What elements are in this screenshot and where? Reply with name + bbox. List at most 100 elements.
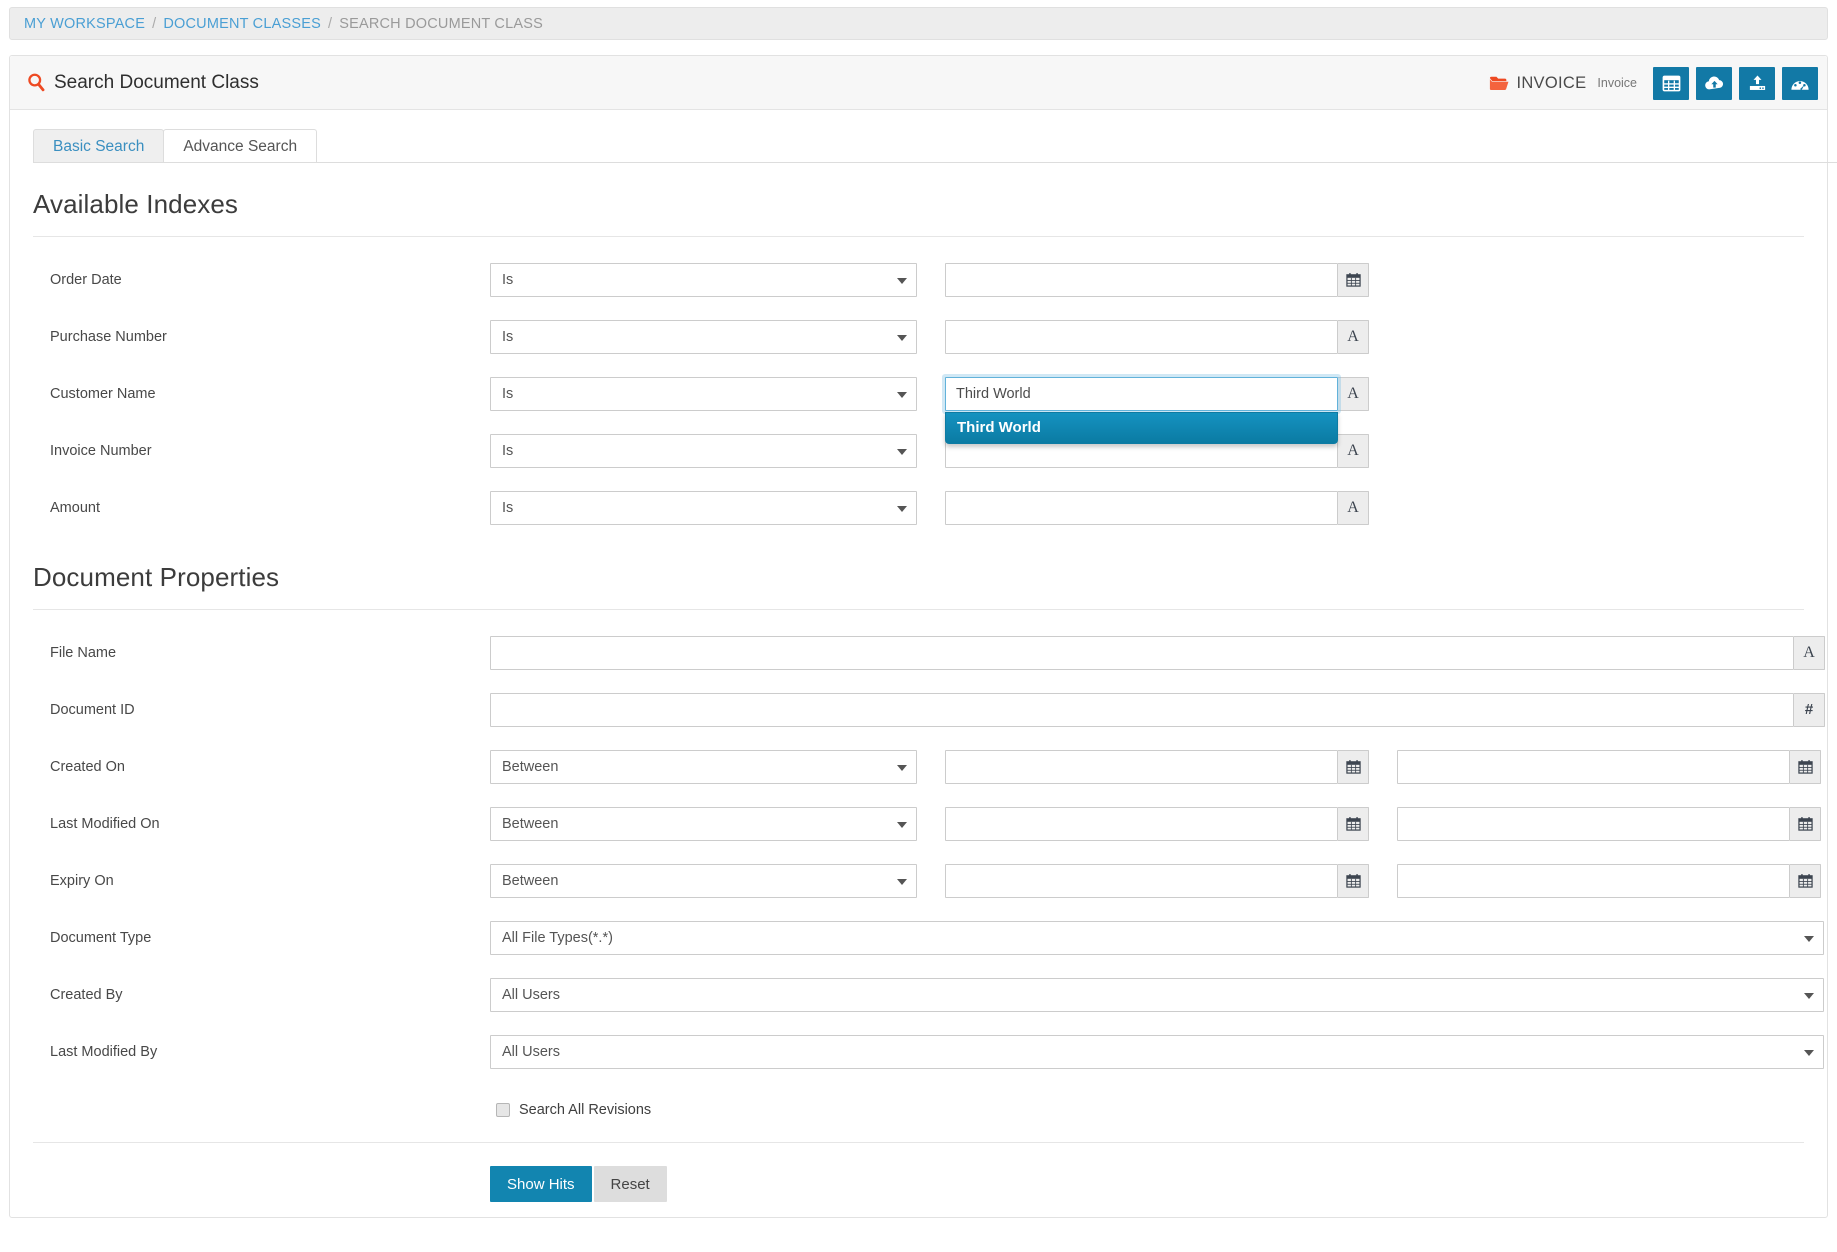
autocomplete-option[interactable]: Third World (946, 413, 1337, 443)
folder-icon (1489, 75, 1509, 91)
reset-button[interactable]: Reset (593, 1166, 667, 1202)
calendar-picker-button-expiry-on-from[interactable] (1338, 863, 1369, 898)
upload-button[interactable] (1739, 66, 1775, 100)
property-row-created-on: Created On Between (10, 738, 1827, 795)
property-label-last-modified-by: Last Modified By (50, 1043, 158, 1060)
cloud-upload-button[interactable] (1696, 66, 1732, 100)
calendar-picker-button-order-date[interactable] (1338, 262, 1369, 297)
created-on-from-input[interactable] (945, 749, 1338, 784)
calendar-icon (1797, 873, 1813, 888)
search-all-revisions-checkbox[interactable] (496, 1103, 510, 1117)
available-indexes-rows: Order Date Is Purchase Number Is A Custo… (10, 251, 1827, 536)
operator-select-amount[interactable]: Is (490, 490, 917, 525)
created-on-to-input[interactable] (1397, 749, 1790, 784)
index-row-amount: Amount Is A (10, 479, 1827, 536)
text-type-button-amount[interactable]: A (1338, 490, 1369, 525)
index-value-group-purchase-number: A (945, 319, 1369, 354)
property-row-expiry-on: Expiry On Between (10, 852, 1827, 909)
chevron-down-icon (897, 878, 907, 885)
number-type-button-document-id[interactable]: # (1794, 692, 1825, 727)
operator-select-purchase-number[interactable]: Is (490, 319, 917, 354)
chevron-down-icon (897, 277, 907, 284)
alpha-type-icon: A (1803, 643, 1815, 661)
breadcrumb-item-current: SEARCH DOCUMENT CLASS (339, 15, 543, 32)
index-input-customer-name[interactable] (945, 376, 1338, 411)
tab-advance-search[interactable]: Advance Search (163, 129, 318, 163)
page-title: Search Document Class (26, 72, 259, 94)
breadcrumb: MY WORKSPACE / DOCUMENT CLASSES / SEARCH… (9, 7, 1828, 40)
chevron-down-icon (1804, 935, 1814, 942)
calendar-icon (1345, 759, 1361, 774)
document-type-value: All File Types(*.*) (502, 929, 613, 946)
index-input-amount[interactable] (945, 490, 1338, 525)
property-label-file-name: File Name (50, 644, 117, 661)
index-value-group-customer-name: Third World A (945, 376, 1369, 444)
calendar-picker-button-created-on-to[interactable] (1790, 749, 1821, 784)
text-type-button-file-name[interactable]: A (1794, 635, 1825, 670)
index-label-order-date: Order Date (50, 271, 122, 288)
last-modified-on-from-group (945, 806, 1369, 841)
property-label-document-id: Document ID (50, 701, 135, 718)
breadcrumb-item-my-workspace[interactable]: MY WORKSPACE (24, 16, 145, 32)
created-on-to-group (1397, 749, 1821, 784)
last-modified-on-from-input[interactable] (945, 806, 1338, 841)
calendar-picker-button-last-modified-on-from[interactable] (1338, 806, 1369, 841)
property-label-expiry-on: Expiry On (50, 872, 114, 889)
document-id-input[interactable] (490, 692, 1794, 727)
upload-icon (1748, 74, 1767, 93)
created-by-select[interactable]: All Users (490, 977, 1824, 1012)
calendar-picker-button-expiry-on-to[interactable] (1790, 863, 1821, 898)
operator-select-last-modified-on[interactable]: Between (490, 806, 917, 841)
operator-select-created-on[interactable]: Between (490, 749, 917, 784)
file-name-input[interactable] (490, 635, 1794, 670)
calendar-icon (1345, 873, 1361, 888)
calendar-picker-button-created-on-from[interactable] (1338, 749, 1369, 784)
text-type-button-purchase-number[interactable]: A (1338, 319, 1369, 354)
index-input-order-date[interactable] (945, 262, 1338, 297)
breadcrumb-separator: / (152, 15, 157, 32)
text-type-button-customer-name[interactable]: A (1338, 376, 1369, 411)
available-indexes-heading: Available Indexes (33, 189, 239, 219)
operator-select-expiry-on[interactable]: Between (490, 863, 917, 898)
tab-basic-search[interactable]: Basic Search (33, 129, 165, 163)
property-row-file-name: File Name A (10, 624, 1827, 681)
alpha-type-icon: A (1347, 498, 1359, 516)
dashboard-icon (1790, 74, 1810, 93)
panel-header: Search Document Class INVOICE Invoice (10, 56, 1827, 110)
operator-value-order-date: Is (502, 271, 514, 288)
property-row-document-type: Document Type All File Types(*.*) (10, 909, 1827, 966)
index-input-purchase-number[interactable] (945, 319, 1338, 354)
calendar-picker-button-last-modified-on-to[interactable] (1790, 806, 1821, 841)
document-type-select[interactable]: All File Types(*.*) (490, 920, 1824, 955)
text-type-button-invoice-number[interactable]: A (1338, 433, 1369, 468)
chevron-down-icon (1804, 992, 1814, 999)
operator-value-amount: Is (502, 499, 514, 516)
document-properties-divider (33, 609, 1804, 610)
property-value-group-document-id: # (490, 692, 1825, 727)
expiry-on-to-input[interactable] (1397, 863, 1790, 898)
calendar-icon (1797, 759, 1813, 774)
expiry-on-from-input[interactable] (945, 863, 1338, 898)
last-modified-by-select[interactable]: All Users (490, 1034, 1824, 1069)
operator-value-customer-name: Is (502, 385, 514, 402)
chevron-down-icon (897, 821, 907, 828)
show-hits-button[interactable]: Show Hits (490, 1166, 592, 1202)
last-modified-on-to-input[interactable] (1397, 806, 1790, 841)
tab-basic-search-label: Basic Search (53, 137, 145, 155)
operator-value-expiry-on: Between (502, 872, 559, 889)
calendar-icon (1345, 816, 1361, 831)
index-value-group-order-date (945, 262, 1369, 297)
chevron-down-icon (897, 391, 907, 398)
operator-select-invoice-number[interactable]: Is (490, 433, 917, 468)
operator-select-order-date[interactable]: Is (490, 262, 917, 297)
grid-view-button[interactable] (1653, 66, 1689, 100)
chevron-down-icon (897, 334, 907, 341)
breadcrumb-item-document-classes[interactable]: DOCUMENT CLASSES (163, 16, 321, 32)
chevron-down-icon (897, 448, 907, 455)
dashboard-button[interactable] (1782, 66, 1818, 100)
tabs-divider (33, 162, 1837, 163)
operator-select-customer-name[interactable]: Is (490, 376, 917, 411)
property-label-last-modified-on: Last Modified On (50, 815, 160, 832)
index-row-purchase-number: Purchase Number Is A (10, 308, 1827, 365)
alpha-type-icon: A (1347, 327, 1359, 345)
